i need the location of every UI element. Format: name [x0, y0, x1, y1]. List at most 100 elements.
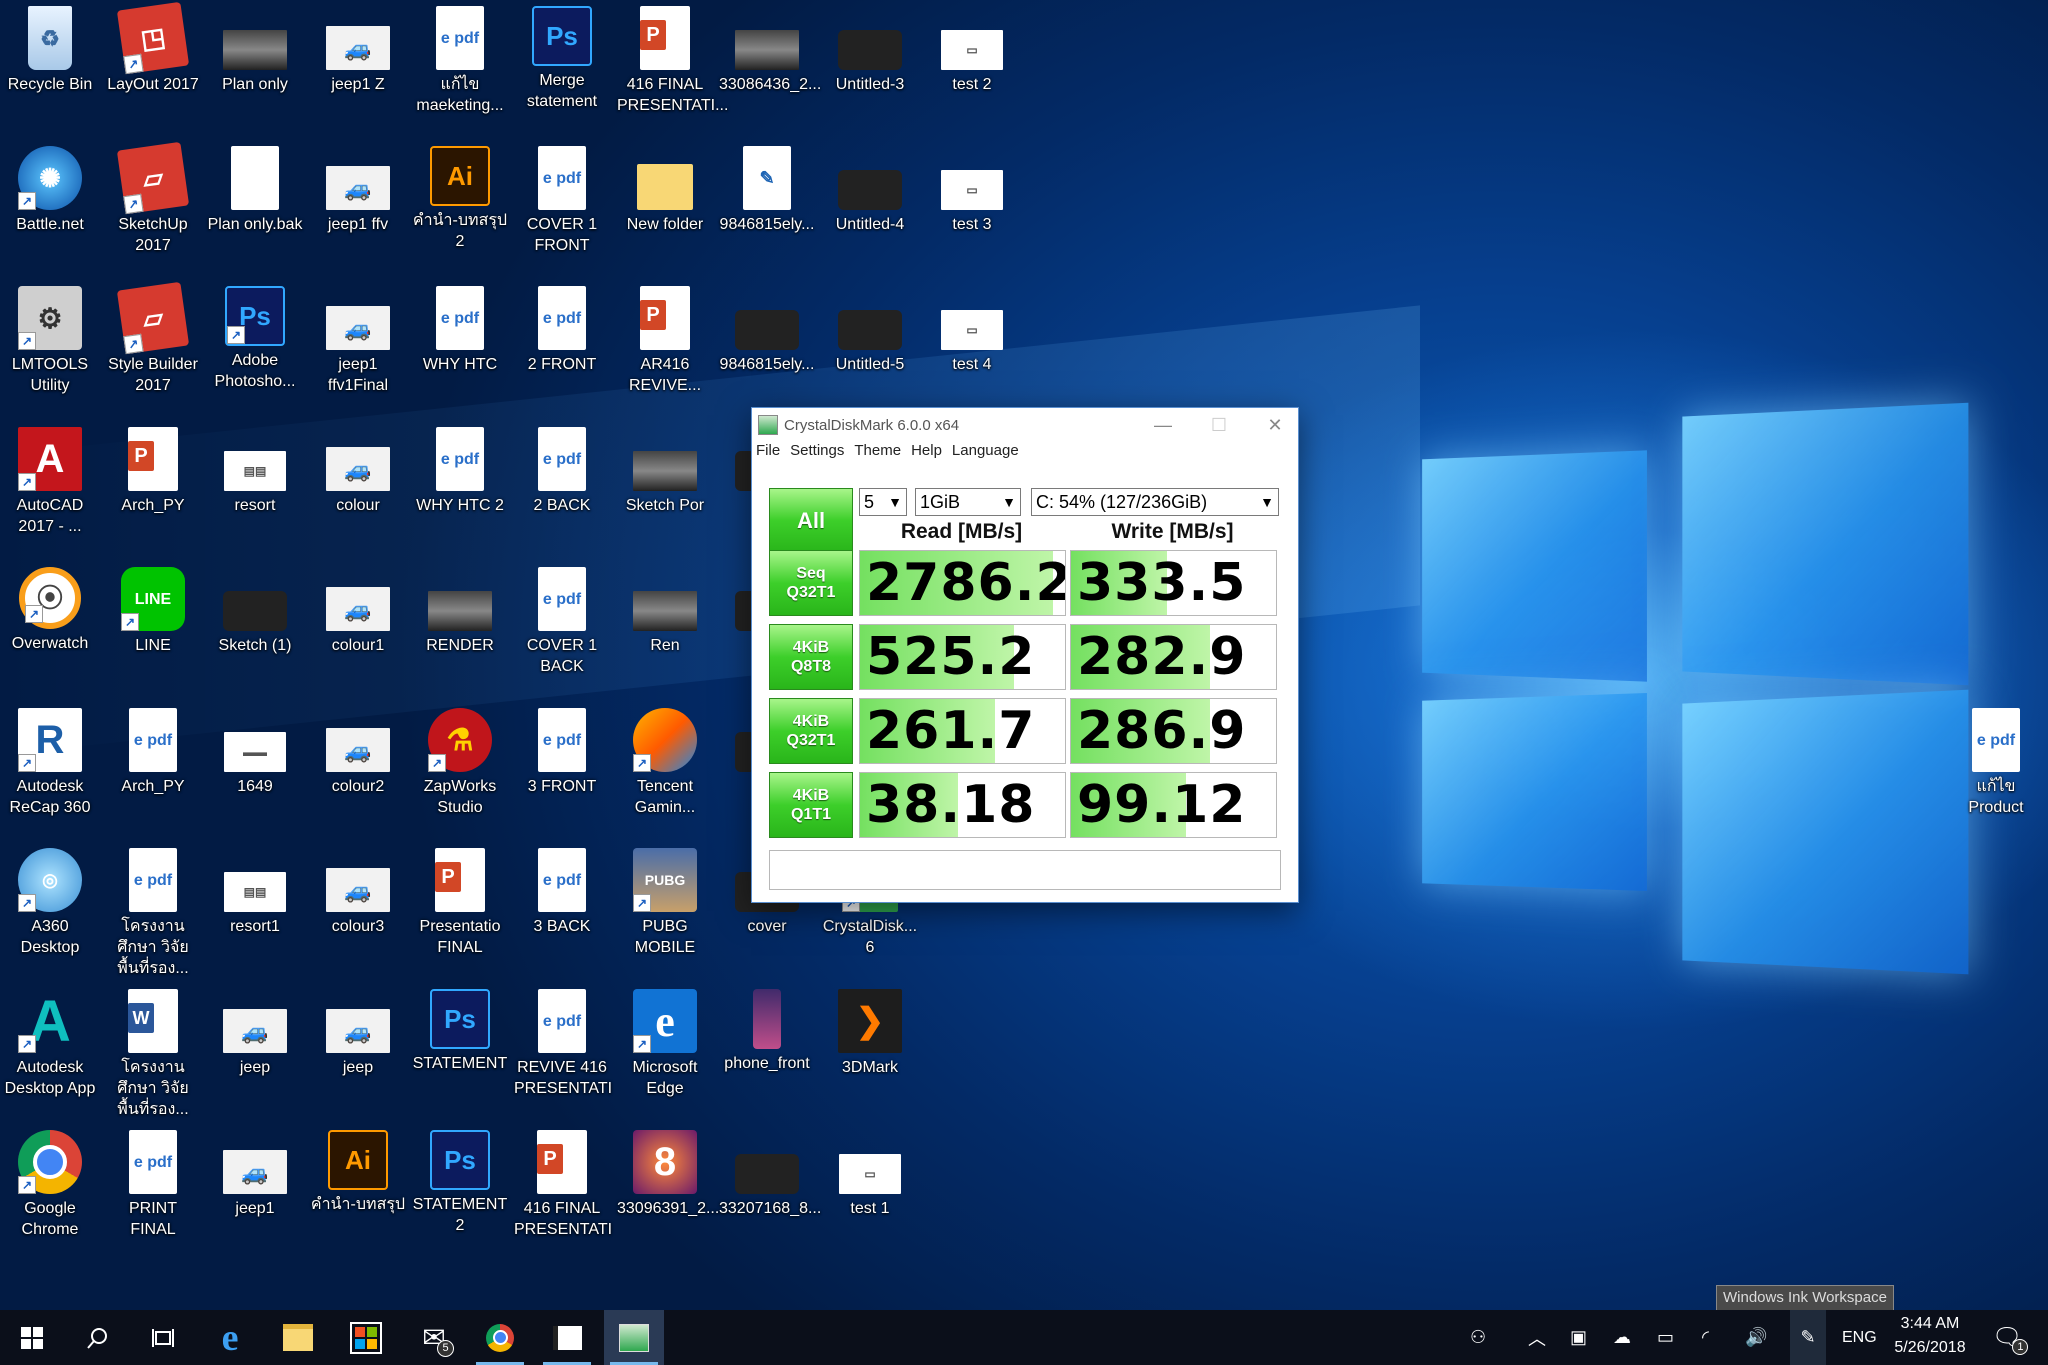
tray-onedrive[interactable]: ☁ [1613, 1310, 1631, 1365]
start-button[interactable] [2, 1310, 62, 1365]
test-button-0[interactable]: Seq Q32T1 [769, 550, 853, 616]
test-button-2[interactable]: 4KiB Q32T1 [769, 698, 853, 764]
desktop-icon-test-2[interactable]: ▭ test 2 [924, 6, 1020, 95]
desktop-icon-pubg[interactable]: PUBG ↗ PUBG MOBILE [617, 848, 713, 958]
menu-theme[interactable]: Theme [854, 442, 901, 464]
menu-help[interactable]: Help [911, 442, 942, 464]
test-button-1[interactable]: 4KiB Q8T8 [769, 624, 853, 690]
desktop-icon-intro-summary[interactable]: Ai คำนำ-บทสรุป [310, 1130, 406, 1215]
desktop-icon-merge-statement[interactable]: Ps Merge statement [514, 6, 610, 112]
desktop-icon-33207168[interactable]: 33207168_8... [719, 1130, 815, 1219]
desktop-icon-plan-only[interactable]: Plan only [207, 6, 303, 95]
desktop-icon-9846815-b[interactable]: 9846815ely... [719, 286, 815, 375]
desktop-icon-marketing-fix[interactable]: e pdf แก้ไข maeketing... [412, 6, 508, 116]
desktop-icon-1649[interactable]: ▬▬ 1649 [207, 708, 303, 797]
desktop-icon-416-final-a[interactable]: 416 FINAL PRESENTATI... [617, 6, 713, 116]
desktop-icon-zapworks[interactable]: ⚗ ↗ ZapWorks Studio [412, 708, 508, 818]
desktop-icon-colour[interactable]: 🚙 colour [310, 427, 406, 516]
tray-people[interactable]: ⚇ [1470, 1310, 1486, 1365]
desktop-icon-intro-summary-2[interactable]: Ai คำนำ-บทสรุป 2 [412, 146, 508, 252]
desktop-icon-recap[interactable]: R ↗ Autodesk ReCap 360 [2, 708, 98, 818]
tray-notifications[interactable]: 🗨 1 [1992, 1310, 2022, 1365]
desktop-icon-tencent[interactable]: ↗ Tencent Gamin... [617, 708, 713, 818]
desktop-icon-2-front[interactable]: e pdf 2 FRONT [514, 286, 610, 375]
desktop-icon-jeep-a[interactable]: 🚙 jeep [207, 989, 303, 1078]
all-button[interactable]: All [769, 488, 853, 553]
taskbar-sticky-app[interactable] [537, 1310, 597, 1365]
drive-select[interactable]: C: 54% (127/236GiB) ▼ [1031, 488, 1279, 516]
menu-settings[interactable]: Settings [790, 442, 844, 464]
desktop-icon-edge[interactable]: e ↗ Microsoft Edge [617, 989, 713, 1099]
desktop-icon-why-htc[interactable]: e pdf WHY HTC [412, 286, 508, 375]
desktop-icon-cover-1-front[interactable]: e pdf COVER 1 FRONT [514, 146, 610, 256]
window-titlebar[interactable]: CrystalDiskMark 6.0.0 x64 — ☐ ✕ [752, 408, 1298, 442]
desktop-icon-plan-only-bak[interactable]: Plan only.bak [207, 146, 303, 235]
desktop-icon-sketch-1[interactable]: Sketch (1) [207, 567, 303, 656]
desktop-icon-jeep1-ffv1final[interactable]: 🚙 jeep1 ffv1Final [310, 286, 406, 396]
desktop-icon-ren[interactable]: Ren [617, 567, 713, 656]
comment-field[interactable] [769, 850, 1281, 890]
test-size-select[interactable]: 1GiB ▼ [915, 488, 1021, 516]
desktop-icon-3dmark[interactable]: ❯ 3DMark [822, 989, 918, 1078]
tray-language[interactable]: ENG [1842, 1310, 1877, 1365]
maximize-icon[interactable]: ☐ [1196, 408, 1242, 442]
desktop-icon-a360[interactable]: ◎ ↗ A360 Desktop [2, 848, 98, 958]
tray-overflow[interactable]: ︿ [1528, 1310, 1546, 1365]
desktop-icon-print-final[interactable]: e pdf PRINT FINAL [105, 1130, 201, 1240]
desktop-icon-33086436[interactable]: 33086436_2... [719, 6, 815, 95]
task-view-button[interactable] [133, 1310, 193, 1365]
desktop-icon-2-back[interactable]: e pdf 2 BACK [514, 427, 610, 516]
desktop-icon-style-builder[interactable]: ▱ ↗ Style Builder 2017 [105, 286, 201, 396]
desktop-icon-statement-2[interactable]: Ps STATEMENT 2 [412, 1130, 508, 1236]
desktop-icon-recycle-bin[interactable]: ♻ Recycle Bin [2, 6, 98, 95]
test-button-3[interactable]: 4KiB Q1T1 [769, 772, 853, 838]
desktop-icon-9846815-a[interactable]: ✎ 9846815ely... [719, 146, 815, 235]
desktop-icon-colour2[interactable]: 🚙 colour2 [310, 708, 406, 797]
desktop-icon-phone-front[interactable]: phone_front [719, 989, 815, 1074]
desktop-icon-untitled-5[interactable]: Untitled-5 [822, 286, 918, 375]
desktop-icon-resort[interactable]: ▤▤ resort [207, 427, 303, 516]
menu-language[interactable]: Language [952, 442, 1019, 464]
desktop-icon-resort1[interactable]: ▤▤ resort1 [207, 848, 303, 937]
desktop-icon-battlenet[interactable]: ✺ ↗ Battle.net [2, 146, 98, 235]
desktop-icon-untitled-4[interactable]: Untitled-4 [822, 146, 918, 235]
desktop-icon-jeep-b[interactable]: 🚙 jeep [310, 989, 406, 1078]
desktop-icon-colour1[interactable]: 🚙 colour1 [310, 567, 406, 656]
close-icon[interactable]: ✕ [1252, 408, 1298, 442]
desktop-icon-overwatch[interactable]: ⦿ ↗ Overwatch [2, 567, 98, 654]
desktop-icon-autodesk-app[interactable]: A ↗ Autodesk Desktop App [2, 989, 98, 1099]
tray-volume[interactable]: 🔊 [1745, 1310, 1767, 1365]
desktop-icon-arch-py[interactable]: Arch_PY [105, 427, 201, 516]
desktop-icon-jeep1-z[interactable]: 🚙 jeep1 Z [310, 6, 406, 95]
desktop-icon-thai-doc-2[interactable]: โครงงานศึกษา วิจัยพื้นที่รอง... [105, 989, 201, 1120]
desktop-icon-photoshop[interactable]: Ps ↗ Adobe Photosho... [207, 286, 303, 392]
minimize-icon[interactable]: — [1140, 408, 1186, 442]
desktop-icon-arch-py-pdf[interactable]: e pdf Arch_PY [105, 708, 201, 797]
desktop-icon-jeep1-ffv[interactable]: 🚙 jeep1 ffv [310, 146, 406, 235]
tray-wifi[interactable]: ◜ [1702, 1310, 1709, 1365]
desktop-icon-jeep1[interactable]: 🚙 jeep1 [207, 1130, 303, 1219]
taskbar-mail[interactable]: ✉ 5 [404, 1310, 464, 1365]
desktop-icon-lmtools[interactable]: ⚙ ↗ LMTOOLS Utility [2, 286, 98, 396]
taskbar-clock[interactable]: 3:44 AM 5/26/2018 [1885, 1312, 1975, 1360]
desktop-icon-line[interactable]: LINE ↗ LINE [105, 567, 201, 656]
desktop-icon-3-back[interactable]: e pdf 3 BACK [514, 848, 610, 937]
desktop-icon-colour3[interactable]: 🚙 colour3 [310, 848, 406, 937]
desktop-icon-thai-doc-1[interactable]: e pdf โครงงานศึกษา วิจัยพื้นที่รอง... [105, 848, 201, 979]
taskbar-file-explorer[interactable] [268, 1310, 328, 1365]
desktop-icon-statement[interactable]: Ps STATEMENT [412, 989, 508, 1074]
desktop-icon-why-htc-2[interactable]: e pdf WHY HTC 2 [412, 427, 508, 516]
desktop-icon-chrome[interactable]: ↗ Google Chrome [2, 1130, 98, 1240]
desktop-icon-cover-1-back[interactable]: e pdf COVER 1 BACK [514, 567, 610, 677]
test-count-select[interactable]: 5 ▼ [859, 488, 907, 516]
search-button[interactable] [68, 1310, 128, 1365]
desktop-icon-product-fix[interactable]: e pdf แก้ไข Product [1948, 708, 2044, 818]
desktop-icon-test-1[interactable]: ▭ test 1 [822, 1130, 918, 1219]
desktop-icon-revive-416[interactable]: e pdf REVIVE 416 PRESENTATI [514, 989, 610, 1099]
taskbar-crystaldiskmark[interactable] [604, 1310, 664, 1365]
desktop-icon-untitled-3[interactable]: Untitled-3 [822, 6, 918, 95]
desktop-icon-33096391[interactable]: 8 33096391_2... [617, 1130, 713, 1219]
desktop-icon-layout[interactable]: ◳ ↗ LayOut 2017 [105, 6, 201, 95]
desktop-icon-test-4[interactable]: ▭ test 4 [924, 286, 1020, 375]
desktop-icon-3-front[interactable]: e pdf 3 FRONT [514, 708, 610, 797]
